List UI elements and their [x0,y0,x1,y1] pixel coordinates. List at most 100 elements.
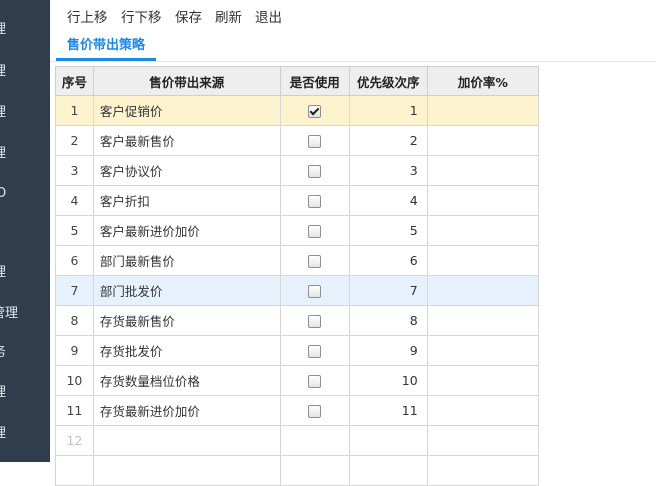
table-row[interactable]: 2 客户最新售价 2 [55,125,540,156]
priority-cell[interactable]: 8 [348,305,428,336]
price-source-cell[interactable]: 存货最新售价 [92,305,281,336]
table-row[interactable]: 10 存货数量档位价格 10 [55,365,540,396]
empty-cell [426,455,540,486]
enabled-checkbox[interactable] [308,345,322,358]
priority-cell[interactable] [348,425,428,456]
priority-cell[interactable]: 3 [348,155,428,186]
sidebar-item-5[interactable]: O [0,184,50,204]
priority-cell[interactable]: 4 [348,185,428,216]
markup-rate-cell[interactable] [426,305,540,336]
markup-rate-cell[interactable] [426,125,540,156]
sidebar-item-1[interactable]: 理 [0,20,50,40]
price-source-cell[interactable]: 客户协议价 [92,155,281,186]
enabled-checkbox[interactable] [308,195,322,208]
table-row-empty[interactable]: 12 [55,425,540,456]
enabled-cell [279,395,350,426]
table-row[interactable]: 11 存货最新进价加价 11 [55,395,540,426]
markup-rate-cell[interactable] [426,215,540,246]
priority-cell[interactable]: 10 [348,365,428,396]
sidebar-item-9[interactable]: 理 [0,383,50,403]
table-row[interactable]: 8 存货最新售价 8 [55,305,540,336]
sidebar-item-6[interactable]: 理 [0,263,50,283]
priority-cell[interactable]: 7 [348,275,428,306]
enabled-checkbox[interactable] [308,315,322,328]
markup-rate-cell[interactable] [426,245,540,276]
price-source-cell[interactable]: 存货最新进价加价 [92,395,281,426]
move-row-up-button[interactable]: 行上移 [67,8,108,28]
priority-cell[interactable]: 1 [348,95,428,126]
enabled-checkbox[interactable] [308,135,322,148]
row-number-cell: 8 [55,305,94,336]
price-source-cell[interactable]: 客户折扣 [92,185,281,216]
row-number-cell: 11 [55,395,94,426]
price-source-cell[interactable]: 客户最新进价加价 [92,215,281,246]
markup-rate-cell[interactable] [426,335,540,366]
column-header-enabled[interactable]: 是否使用 [279,66,350,96]
table-row[interactable]: 1 客户促销价 1 [55,95,540,126]
markup-rate-cell[interactable] [426,95,540,126]
table-row[interactable]: 7 部门批发价 7 [55,275,540,306]
sidebar-item-4[interactable]: 理 [0,144,50,164]
enabled-cell [279,245,350,276]
markup-rate-cell[interactable] [426,365,540,396]
enabled-checkbox[interactable] [308,165,322,178]
sidebar-item-label: 理 [0,20,6,40]
table-row[interactable]: 9 存货批发价 9 [55,335,540,366]
price-source-cell[interactable] [92,425,281,456]
enabled-checkbox[interactable] [308,105,322,118]
enabled-cell [279,335,350,366]
markup-rate-cell[interactable] [426,185,540,216]
priority-cell[interactable]: 2 [348,125,428,156]
enabled-checkbox[interactable] [308,375,322,388]
price-strategy-grid: 序号 售价带出来源 是否使用 优先级次序 加价率% 1 客户促销价 1 2 客户最新售价… [55,66,540,486]
markup-rate-cell[interactable] [426,275,540,306]
price-source-cell[interactable]: 部门批发价 [92,275,281,306]
enabled-checkbox[interactable] [308,405,322,418]
price-source-cell[interactable]: 存货批发价 [92,335,281,366]
priority-cell[interactable]: 9 [348,335,428,366]
empty-cell [279,455,350,486]
column-header-priority[interactable]: 优先级次序 [348,66,428,96]
sidebar-item-7[interactable]: 管理 [0,304,50,324]
tab-price-strategy[interactable]: 售价带出策略 [56,33,156,61]
refresh-button[interactable]: 刷新 [215,8,242,28]
markup-rate-cell[interactable] [426,395,540,426]
enabled-checkbox[interactable] [308,225,322,238]
sidebar-item-8[interactable]: 务 [0,343,50,363]
price-source-cell[interactable]: 客户促销价 [92,95,281,126]
table-row[interactable]: 3 客户协议价 3 [55,155,540,186]
row-number-cell: 6 [55,245,94,276]
markup-rate-cell[interactable] [426,155,540,186]
column-header-no[interactable]: 序号 [55,66,94,96]
enabled-cell [279,95,350,126]
enabled-checkbox[interactable] [308,285,322,298]
priority-cell[interactable]: 6 [348,245,428,276]
table-row[interactable]: 6 部门最新售价 6 [55,245,540,276]
price-source-cell[interactable]: 部门最新售价 [92,245,281,276]
sidebar-item-label: 理 [0,62,6,82]
sidebar-item-10[interactable]: 理 [0,424,50,444]
table-row[interactable]: 4 客户折扣 4 [55,185,540,216]
enabled-checkbox[interactable] [308,255,322,268]
sidebar-item-label: 管理 [0,306,19,321]
sidebar-item-label: 理 [0,424,6,444]
enabled-cell [279,215,350,246]
table-row[interactable]: 5 客户最新进价加价 5 [55,215,540,246]
main-content: 行上移 行下移 保存 刷新 退出 售价带出策略 序号 售价带出来源 是否使用 优… [50,0,656,486]
column-header-markup[interactable]: 加价率% [426,66,540,96]
row-number-cell: 4 [55,185,94,216]
column-header-source[interactable]: 售价带出来源 [92,66,281,96]
markup-rate-cell[interactable] [426,425,540,456]
price-source-cell[interactable]: 存货数量档位价格 [92,365,281,396]
priority-cell[interactable]: 11 [348,395,428,426]
save-button[interactable]: 保存 [175,8,202,28]
priority-cell[interactable]: 5 [348,215,428,246]
row-number-cell: 1 [55,95,94,126]
price-source-cell[interactable]: 客户最新售价 [92,125,281,156]
sidebar-item-3[interactable]: 理 [0,103,50,123]
move-row-down-button[interactable]: 行下移 [121,8,162,28]
exit-button[interactable]: 退出 [255,8,282,28]
row-number-cell: 12 [55,425,94,456]
enabled-cell[interactable] [279,425,350,456]
sidebar-item-2[interactable]: 理 [0,62,50,82]
